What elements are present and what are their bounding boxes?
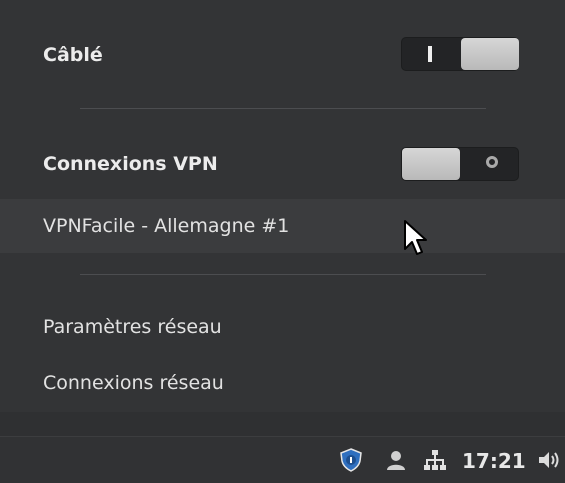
network-settings-item[interactable]: Paramètres réseau — [0, 305, 565, 349]
network-settings-label: Paramètres réseau — [43, 316, 222, 338]
separator — [80, 108, 486, 109]
vpn-connection-label: VPNFacile - Allemagne #1 — [43, 215, 290, 237]
taskbar: 17:21 — [0, 436, 565, 483]
user-icon[interactable] — [384, 448, 408, 472]
vpn-connection-item[interactable]: VPNFacile - Allemagne #1 — [0, 199, 565, 253]
vpn-toggle[interactable] — [401, 147, 519, 181]
network-menu: Câblé Connexions VPN VPNFacile - Allemag… — [0, 0, 565, 412]
wired-label: Câblé — [43, 44, 103, 66]
toggle-knob — [461, 38, 519, 70]
clock[interactable]: 17:21 — [462, 449, 526, 473]
wired-toggle[interactable] — [401, 37, 519, 71]
volume-icon[interactable] — [537, 448, 561, 472]
toggle-off-mark-icon — [486, 156, 498, 168]
shield-icon[interactable] — [339, 448, 363, 472]
vpn-label: Connexions VPN — [43, 153, 218, 175]
toggle-on-mark-icon — [428, 46, 432, 62]
network-icon[interactable] — [423, 448, 447, 472]
mouse-pointer-icon — [404, 220, 427, 255]
toggle-knob — [402, 148, 460, 180]
separator — [80, 274, 486, 275]
network-connections-label: Connexions réseau — [43, 372, 224, 394]
network-connections-item[interactable]: Connexions réseau — [0, 361, 565, 405]
